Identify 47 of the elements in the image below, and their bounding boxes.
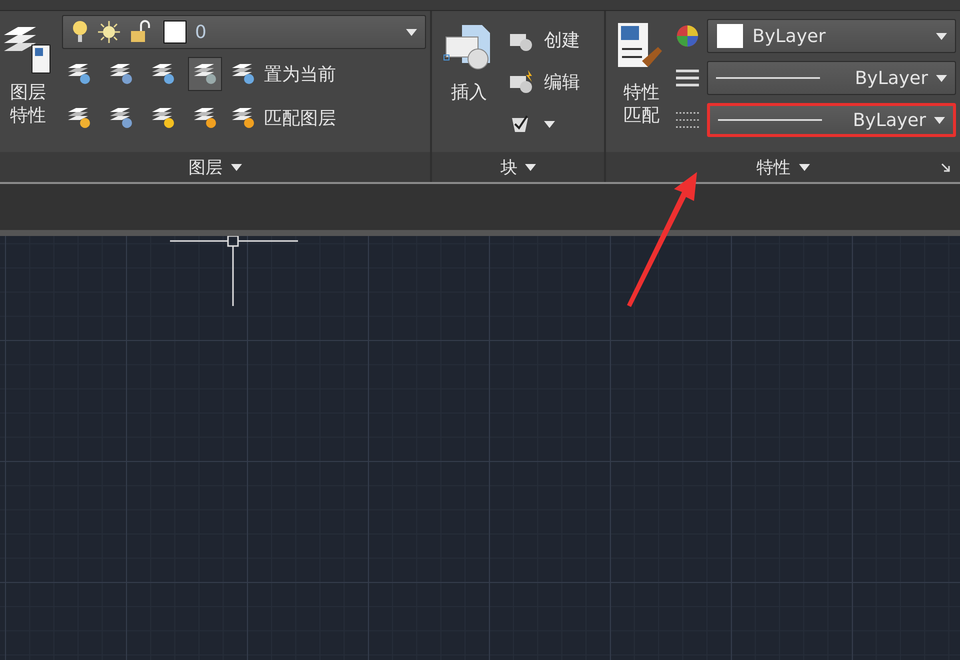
layer-action-button[interactable]: 匹配图层 <box>230 99 336 137</box>
property-dropdown[interactable]: ByLayer <box>707 19 956 53</box>
layer-tool-icon <box>150 106 176 130</box>
line-sample-icon <box>718 118 822 122</box>
dropdown-value: ByLayer <box>854 68 928 88</box>
block-action-button[interactable]: 创建 <box>506 21 600 59</box>
layer-tool-icon <box>66 62 92 86</box>
layer-tool-icon <box>108 106 134 130</box>
caret-icon <box>544 120 556 128</box>
panel-title[interactable]: 图层 <box>188 156 242 178</box>
layer-dropdown[interactable]: 0 <box>62 15 426 49</box>
lightbulb-icon <box>71 20 89 44</box>
match-properties-button[interactable]: 特性匹配 <box>606 15 670 152</box>
layer-properties-button[interactable]: 图层特性 <box>0 15 56 152</box>
caret-icon <box>936 32 947 40</box>
color-swatch-icon <box>163 20 187 44</box>
layer-tool-icon <box>192 62 218 86</box>
panel-title[interactable]: 块 <box>500 156 536 178</box>
caret-icon <box>525 164 536 170</box>
line-sample-icon <box>716 76 820 80</box>
block-action-button[interactable]: 编辑 <box>506 63 600 101</box>
caret-icon <box>936 74 947 82</box>
insert-button[interactable]: 插入 <box>432 15 498 152</box>
layer-action-button[interactable]: 置为当前 <box>230 55 336 93</box>
caret-icon <box>798 164 810 170</box>
caret-icon <box>934 116 945 124</box>
layer-tool-icon <box>230 106 256 130</box>
layer-tool-button[interactable] <box>188 57 222 91</box>
lines-icon <box>676 67 700 89</box>
dropdown-value: ByLayer <box>752 26 827 46</box>
layer-name: 0 <box>195 22 208 42</box>
layer-tool-icon <box>150 62 176 86</box>
dropdown-value: ByLayer <box>852 110 926 130</box>
layer-tool-icon <box>230 62 256 86</box>
layer-tool-icon <box>108 62 134 86</box>
panel-title[interactable]: 特性 <box>756 156 810 178</box>
color-wheel-icon <box>676 23 700 49</box>
layer-tool-icon <box>192 106 218 130</box>
dialog-launcher-icon[interactable] <box>941 163 950 172</box>
crosshair-cursor-icon <box>170 236 298 306</box>
caret-icon <box>230 164 242 170</box>
property-dropdown[interactable]: ByLayer <box>707 61 956 95</box>
color-swatch-icon <box>716 24 744 48</box>
sun-icon <box>97 20 121 44</box>
caret-icon <box>406 28 418 36</box>
property-dropdown[interactable]: ByLayer <box>707 103 956 137</box>
layer-tool-icon <box>66 106 92 130</box>
